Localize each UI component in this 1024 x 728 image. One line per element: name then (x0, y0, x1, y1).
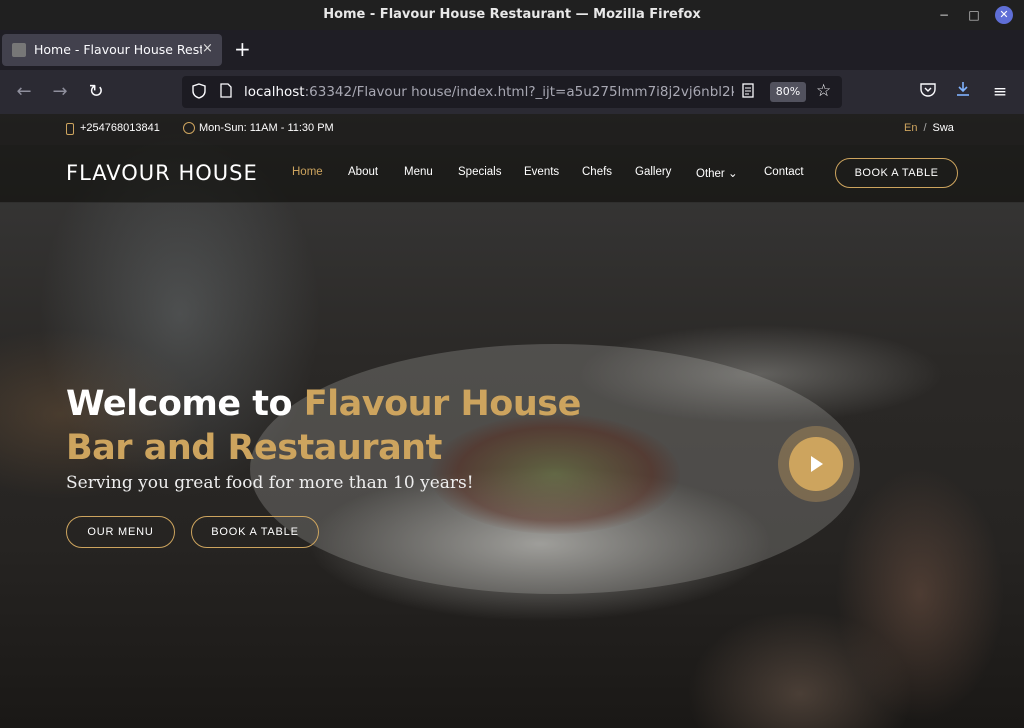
pocket-icon[interactable] (916, 80, 940, 104)
play-video-button[interactable] (789, 437, 843, 491)
menu-item-chefs[interactable]: Chefs (582, 166, 612, 178)
phone-number: +254768013841 (80, 122, 160, 134)
phone-icon (66, 123, 74, 135)
tab-strip: Home - Flavour House Restaurant × + (0, 30, 1024, 70)
window-title: Home - Flavour House Restaurant — Mozill… (323, 7, 701, 22)
hamburger-menu-button[interactable]: ≡ (988, 80, 1012, 104)
tab-title: Home - Flavour House Restaurant (34, 42, 202, 57)
language-switcher: En / Swa (904, 122, 954, 134)
hero-book-table-button[interactable]: BOOK A TABLE (191, 516, 319, 548)
minimize-button[interactable]: − (935, 6, 953, 24)
hero-title-gold-1: Flavour House (303, 384, 582, 424)
forward-button[interactable]: → (48, 80, 72, 104)
menu-item-events[interactable]: Events (524, 166, 559, 178)
menu-item-other[interactable]: Other ⌄ (696, 166, 738, 180)
header-book-table-button[interactable]: BOOK A TABLE (835, 158, 958, 188)
play-icon (811, 456, 823, 472)
url-input[interactable]: localhost:63342/Flavour house/index.html… (244, 84, 734, 100)
back-button[interactable]: ← (12, 80, 36, 104)
lang-en-link[interactable]: En (904, 122, 917, 134)
menu-item-specials[interactable]: Specials (458, 166, 501, 178)
url-host: localhost (244, 84, 305, 100)
favicon-icon (12, 43, 26, 57)
lang-separator: / (923, 122, 927, 134)
menu-item-home[interactable]: Home (292, 166, 323, 178)
tab-close-button[interactable]: × (202, 41, 213, 56)
url-path: :63342/Flavour house/index.html?_ijt=a5u… (304, 84, 734, 100)
download-icon[interactable] (951, 80, 975, 104)
menu-item-menu[interactable]: Menu (404, 166, 433, 178)
menu-item-contact[interactable]: Contact (764, 166, 804, 178)
url-bar[interactable]: localhost:63342/Flavour house/index.html… (182, 76, 842, 108)
menu-item-gallery[interactable]: Gallery (635, 166, 671, 178)
opening-hours: Mon-Sun: 11AM - 11:30 PM (199, 122, 334, 134)
menu-item-about[interactable]: About (348, 166, 378, 178)
window-titlebar: Home - Flavour House Restaurant — Mozill… (0, 0, 1024, 30)
tracking-shield-icon[interactable] (192, 83, 208, 101)
webpage-viewport: +254768013841 Mon-Sun: 11AM - 11:30 PM E… (0, 114, 1024, 728)
hero-title-gold-2: Bar and Restaurant (66, 428, 442, 468)
our-menu-button[interactable]: OUR MENU (66, 516, 175, 548)
hero-title-white: Welcome to (66, 384, 304, 424)
site-header: FLAVOUR HOUSE Home About Menu Specials E… (0, 145, 1024, 203)
reload-button[interactable]: ↻ (84, 80, 108, 104)
site-logo[interactable]: FLAVOUR HOUSE (66, 161, 258, 185)
page-info-icon[interactable] (220, 83, 232, 102)
navigation-toolbar: ← → ↻ localhost:63342/Flavour house/inde… (0, 70, 1024, 114)
hero-title: Welcome to Flavour House Bar and Restaura… (66, 382, 626, 470)
hero-subtitle: Serving you great food for more than 10 … (66, 473, 474, 493)
site-topbar: +254768013841 Mon-Sun: 11AM - 11:30 PM E… (0, 114, 1024, 145)
bookmark-star-icon[interactable]: ☆ (816, 81, 831, 101)
close-window-button[interactable]: ✕ (995, 6, 1013, 24)
lang-swa-link[interactable]: Swa (933, 122, 954, 134)
tab-active[interactable]: Home - Flavour House Restaurant × (2, 34, 222, 66)
chevron-down-icon: ⌄ (727, 168, 738, 180)
reader-view-icon[interactable] (742, 83, 754, 102)
zoom-level-button[interactable]: 80% (770, 82, 806, 102)
new-tab-button[interactable]: + (234, 38, 251, 60)
clock-icon (183, 122, 195, 134)
maximize-button[interactable]: □ (965, 6, 983, 24)
menu-item-other-label: Other (696, 168, 725, 180)
